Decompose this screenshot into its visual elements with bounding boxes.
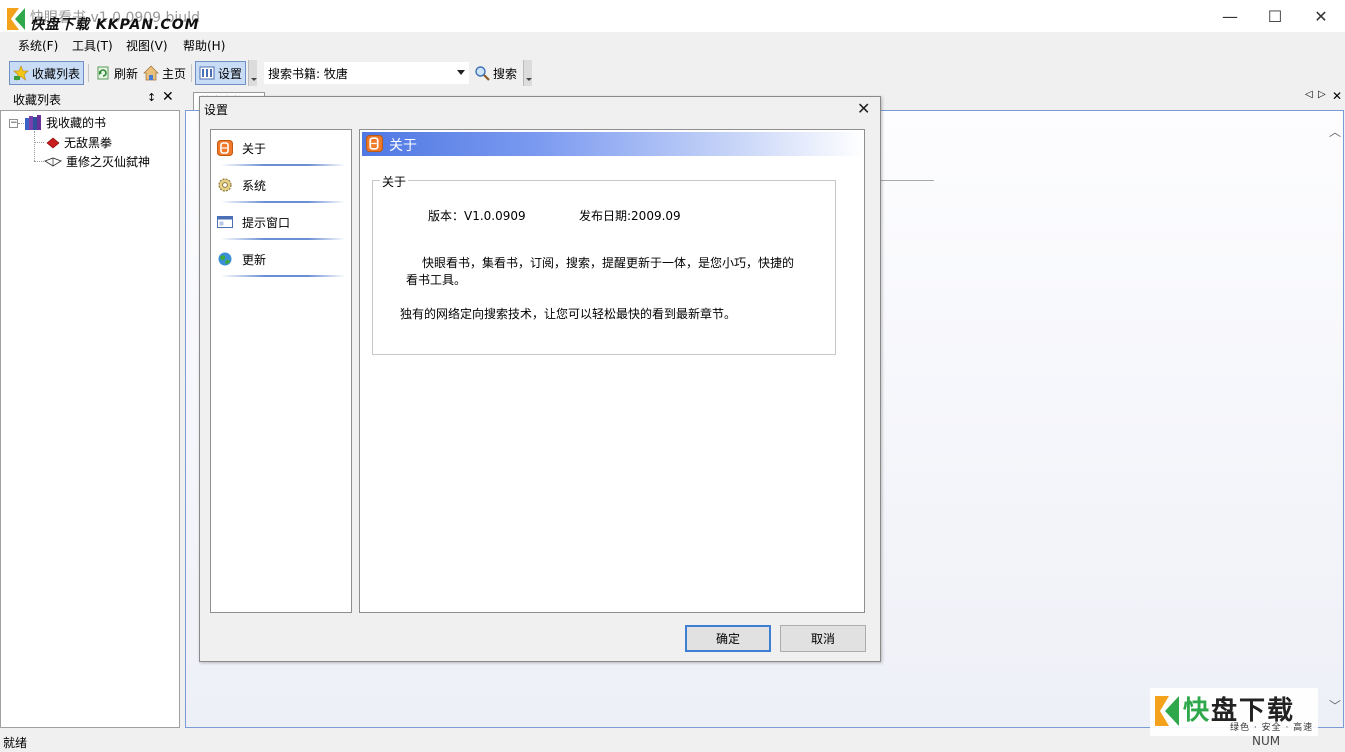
- window-icon: [217, 216, 233, 228]
- content-header: 关于: [362, 132, 864, 156]
- toolbar-separator: [88, 64, 89, 82]
- settings-dialog: 设置 ✕ 关于 系统 提示窗口 更新 关于 关于 版本：V1.0.0909 发布…: [199, 96, 881, 662]
- watermark-text: 快盘下载 KKPAN.COM: [30, 17, 200, 33]
- nav-item-about[interactable]: 关于: [215, 134, 345, 170]
- nav-item-update[interactable]: 更新: [215, 245, 345, 281]
- divider: [880, 180, 934, 181]
- version-text: 版本：V1.0.0909: [428, 209, 526, 223]
- scroll-down-chevron-icon[interactable]: ﹀: [1329, 697, 1341, 714]
- status-text: 就绪: [3, 736, 28, 750]
- tab-next-icon[interactable]: ▷: [1318, 89, 1326, 100]
- magnifier-icon: [475, 66, 490, 81]
- nav-item-system[interactable]: 系统: [215, 171, 345, 207]
- tree-root-my-books[interactable]: 我收藏的书: [24, 114, 106, 131]
- gear-icon: [218, 178, 232, 192]
- books-icon: [25, 115, 41, 130]
- favorites-tree-pane: − 我收藏的书 无敌黑拳 重修之灭仙弑神: [0, 110, 180, 728]
- open-book-icon: [44, 157, 62, 167]
- maximize-button[interactable]: ☐: [1252, 0, 1298, 32]
- tree-connector: [34, 142, 44, 143]
- tree-item-book[interactable]: 无敌黑拳: [46, 134, 112, 151]
- settings-label: 设置: [218, 66, 243, 81]
- pane-close-icon[interactable]: ✕: [162, 89, 174, 105]
- status-bar: 就绪 NUM: [0, 730, 1345, 752]
- search-books-combobox[interactable]: 搜索书籍: 牧唐: [264, 62, 469, 84]
- chevron-down-icon[interactable]: [457, 70, 465, 75]
- toolbar-overflow-chevron-icon[interactable]: [523, 60, 532, 86]
- menu-help[interactable]: 帮助(H): [183, 37, 225, 54]
- brand-logo-icon: [1155, 696, 1179, 726]
- favorites-list-label: 收藏列表: [32, 66, 81, 81]
- tree-collapse-icon[interactable]: −: [9, 119, 18, 128]
- favorites-list-button[interactable]: 收藏列表: [9, 61, 85, 85]
- settings-icon: [199, 66, 215, 80]
- tree-item-label: 无敌黑拳: [64, 136, 113, 150]
- content-header-title: 关于: [389, 138, 417, 154]
- about-groupbox: 关于 版本：V1.0.0909 发布日期:2009.09 快眼看书，集看书，订阅…: [372, 173, 836, 355]
- toolbar-separator: [191, 64, 192, 82]
- groupbox-title: 关于: [380, 173, 409, 190]
- nav-divider: [221, 275, 345, 277]
- refresh-label: 刷新: [114, 66, 139, 81]
- nav-divider: [221, 201, 345, 203]
- description-line: 快眼看书，集看书，订阅，搜索，提醒更新于一体，是您小巧，快捷的: [422, 256, 795, 270]
- menu-system[interactable]: 系统(F): [18, 37, 58, 54]
- settings-button[interactable]: 设置: [195, 61, 247, 85]
- brand-watermark: 快盘下载 绿色 · 安全 · 高速: [1150, 688, 1318, 736]
- home-icon: [143, 65, 159, 81]
- toolbar: 收藏列表 刷新 主页 设置 搜索书籍: 牧唐 搜索: [0, 59, 1345, 87]
- cancel-button[interactable]: 取消: [780, 625, 866, 652]
- release-date-text: 发布日期:2009.09: [579, 209, 681, 223]
- search-label: 搜索: [493, 66, 518, 81]
- tree-item-label: 重修之灭仙弑神: [66, 155, 151, 169]
- refresh-button[interactable]: 刷新: [92, 61, 141, 85]
- dialog-title: 设置: [204, 103, 229, 117]
- search-button[interactable]: 搜索: [471, 61, 520, 85]
- nav-divider: [221, 164, 345, 166]
- search-books-value: 搜索书籍: 牧唐: [268, 66, 348, 81]
- tree-item-book[interactable]: 重修之灭仙弑神: [44, 153, 150, 170]
- dialog-close-icon[interactable]: ✕: [857, 99, 870, 118]
- tab-prev-icon[interactable]: ◁: [1305, 89, 1313, 100]
- favorites-pane-title: 收藏列表: [13, 93, 62, 107]
- blog-icon: [366, 135, 383, 152]
- home-label: 主页: [162, 66, 187, 81]
- pin-icon[interactable]: ↕: [147, 91, 156, 104]
- title-bar: 快眼看书 v1.0.0909 biuld 快盘下载 KKPAN.COM — ☐ …: [0, 0, 1345, 33]
- menu-tools[interactable]: 工具(T): [72, 37, 113, 54]
- nav-item-popup-window[interactable]: 提示窗口: [215, 208, 345, 244]
- settings-nav: 关于 系统 提示窗口 更新: [210, 129, 352, 613]
- brand-slogan: 绿色 · 安全 · 高速: [1230, 723, 1314, 733]
- minimize-button[interactable]: —: [1207, 0, 1253, 32]
- globe-icon: [218, 252, 232, 266]
- nav-label: 关于: [242, 142, 267, 156]
- tree-root-label: 我收藏的书: [46, 116, 107, 130]
- tab-close-icon[interactable]: ✕: [1332, 89, 1342, 103]
- red-book-icon: [46, 137, 60, 148]
- settings-content-panel: 关于 关于 版本：V1.0.0909 发布日期:2009.09 快眼看书，集看书…: [359, 129, 865, 613]
- refresh-icon: [97, 66, 109, 80]
- nav-label: 提示窗口: [242, 216, 291, 230]
- blog-icon: [217, 140, 233, 156]
- close-window-button[interactable]: ✕: [1298, 0, 1344, 32]
- home-button[interactable]: 主页: [140, 61, 189, 85]
- description-line: 看书工具。: [406, 273, 467, 287]
- num-lock-indicator: NUM: [1252, 734, 1281, 748]
- favorites-pane-header: 收藏列表 ↕ ✕: [0, 89, 180, 109]
- app-logo-icon: [7, 8, 25, 30]
- menu-bar: 系统(F) 工具(T) 视图(V) 帮助(H): [0, 34, 1345, 56]
- menu-view[interactable]: 视图(V): [126, 37, 168, 54]
- description-line: 独有的网络定向搜索技术，让您可以轻松最快的看到最新章节。: [400, 307, 737, 321]
- star-icon: [13, 65, 29, 81]
- ok-button[interactable]: 确定: [685, 625, 771, 652]
- nav-divider: [221, 238, 345, 240]
- tree-connector: [34, 161, 44, 162]
- toolbar-overflow-chevron-icon[interactable]: [248, 60, 257, 86]
- nav-label: 系统: [242, 179, 267, 193]
- scroll-up-chevron-icon[interactable]: ︿: [1329, 123, 1341, 140]
- nav-label: 更新: [242, 253, 267, 267]
- tree-connector: [34, 131, 35, 161]
